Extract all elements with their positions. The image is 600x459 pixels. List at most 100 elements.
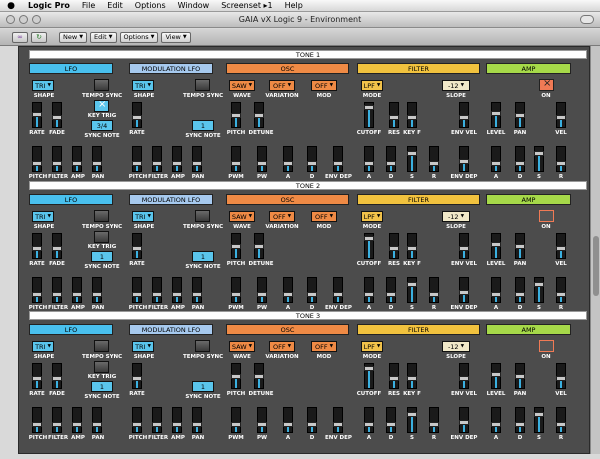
filter-env-vel-fader[interactable] bbox=[459, 233, 469, 259]
mod-lfo-filter-fader-handle[interactable] bbox=[152, 292, 162, 297]
options-menu-button[interactable]: Options ▼ bbox=[119, 31, 159, 43]
filter-cutoff-fader-handle[interactable] bbox=[364, 104, 374, 110]
lfo-pitch-fader[interactable] bbox=[32, 277, 42, 303]
apple-icon[interactable]: ● bbox=[0, 1, 22, 11]
osc-a-fader[interactable] bbox=[283, 407, 293, 433]
lfo-amp-fader-handle[interactable] bbox=[72, 422, 82, 427]
osc-env-dep-fader-handle[interactable] bbox=[333, 422, 343, 427]
mod-lfo-pan-fader[interactable] bbox=[192, 146, 202, 172]
osc-mod-select[interactable]: OFF ▼ bbox=[311, 211, 337, 222]
mod-lfo-shape-select[interactable]: TRI ▼ bbox=[132, 211, 154, 222]
mod-lfo-sync-note-value[interactable]: 1 bbox=[192, 381, 214, 392]
filter-s-fader-handle[interactable] bbox=[407, 282, 417, 287]
osc-pw-fader-handle[interactable] bbox=[257, 161, 267, 166]
filter-env-vel-fader[interactable] bbox=[459, 363, 469, 389]
amp-level-fader-handle[interactable] bbox=[491, 372, 501, 377]
mod-lfo-filter-fader[interactable] bbox=[152, 277, 162, 303]
lfo-sync-note-value[interactable]: 1 bbox=[91, 251, 113, 262]
osc-pitch-fader[interactable] bbox=[231, 102, 241, 128]
lfo-filter-fader-handle[interactable] bbox=[52, 422, 62, 427]
mod-lfo-filter-fader[interactable] bbox=[152, 146, 162, 172]
osc-pwm-fader-handle[interactable] bbox=[231, 422, 241, 427]
osc-variation-select[interactable]: OFF ▼ bbox=[269, 211, 295, 222]
scrollbar-thumb[interactable] bbox=[593, 236, 599, 296]
amp-on-toggle[interactable] bbox=[539, 210, 554, 222]
osc-a-fader-handle[interactable] bbox=[283, 292, 293, 297]
osc-detune-fader-handle[interactable] bbox=[254, 374, 264, 379]
lfo-filter-fader[interactable] bbox=[52, 407, 62, 433]
lfo-sync-note-value[interactable]: 3/4 bbox=[91, 120, 113, 131]
filter-mode-select[interactable]: LPF ▼ bbox=[361, 341, 383, 352]
lfo-pan-fader[interactable] bbox=[92, 146, 102, 172]
mod-lfo-tempo-sync-toggle[interactable] bbox=[195, 210, 210, 222]
amp-vel-fader[interactable] bbox=[556, 363, 566, 389]
create-icon[interactable]: ↻ bbox=[31, 31, 47, 43]
menu-edit[interactable]: Edit bbox=[101, 1, 129, 10]
filter-d-fader[interactable] bbox=[386, 277, 396, 303]
lfo-shape-select[interactable]: TRI ▼ bbox=[32, 211, 54, 222]
mod-lfo-shape-select[interactable]: TRI ▼ bbox=[132, 80, 154, 91]
amp-d-fader-handle[interactable] bbox=[515, 292, 525, 297]
amp-level-fader-handle[interactable] bbox=[491, 242, 501, 247]
lfo-sync-note-value[interactable]: 1 bbox=[91, 381, 113, 392]
filter-slope-select[interactable]: -12 ▼ bbox=[442, 80, 470, 91]
osc-a-fader-handle[interactable] bbox=[283, 161, 293, 166]
lfo-pan-fader[interactable] bbox=[92, 277, 102, 303]
lfo-filter-fader-handle[interactable] bbox=[52, 292, 62, 297]
osc-pw-fader[interactable] bbox=[257, 407, 267, 433]
toolbar-toggle-button[interactable] bbox=[580, 15, 594, 24]
filter-res-fader[interactable] bbox=[389, 233, 399, 259]
filter-s-fader[interactable] bbox=[407, 146, 417, 172]
osc-d-fader-handle[interactable] bbox=[307, 292, 317, 297]
filter-res-fader-handle[interactable] bbox=[389, 115, 399, 120]
lfo-rate-fader-handle[interactable] bbox=[32, 376, 42, 381]
amp-r-fader-handle[interactable] bbox=[556, 422, 566, 427]
amp-a-fader-handle[interactable] bbox=[491, 422, 501, 427]
amp-vel-fader[interactable] bbox=[556, 233, 566, 259]
mod-lfo-amp-fader[interactable] bbox=[172, 146, 182, 172]
lfo-fade-fader-handle[interactable] bbox=[52, 246, 62, 251]
amp-vel-fader-handle[interactable] bbox=[556, 376, 566, 381]
mod-lfo-sync-note-value[interactable]: 1 bbox=[192, 251, 214, 262]
filter-d-fader[interactable] bbox=[386, 407, 396, 433]
amp-s-fader[interactable] bbox=[534, 277, 544, 303]
lfo-rate-fader[interactable] bbox=[32, 233, 42, 259]
amp-s-fader-handle[interactable] bbox=[534, 151, 544, 156]
lfo-pan-fader-handle[interactable] bbox=[92, 422, 102, 427]
filter-a-fader[interactable] bbox=[364, 277, 374, 303]
amp-pan-fader-handle[interactable] bbox=[515, 113, 525, 118]
filter-key-f-fader-handle[interactable] bbox=[407, 115, 417, 120]
lfo-pitch-fader-handle[interactable] bbox=[32, 161, 42, 166]
mod-lfo-pitch-fader[interactable] bbox=[132, 277, 142, 303]
osc-d-fader[interactable] bbox=[307, 277, 317, 303]
lfo-key-trig-toggle[interactable] bbox=[94, 231, 109, 243]
close-window-button[interactable] bbox=[6, 15, 15, 24]
filter-a-fader-handle[interactable] bbox=[364, 161, 374, 166]
amp-a-fader-handle[interactable] bbox=[491, 161, 501, 166]
osc-d-fader[interactable] bbox=[307, 407, 317, 433]
lfo-pitch-fader-handle[interactable] bbox=[32, 292, 42, 297]
lfo-key-trig-toggle[interactable] bbox=[94, 99, 109, 112]
amp-pan-fader[interactable] bbox=[515, 102, 525, 128]
osc-pw-fader-handle[interactable] bbox=[257, 292, 267, 297]
filter-mode-select[interactable]: LPF ▼ bbox=[361, 211, 383, 222]
mod-lfo-filter-fader-handle[interactable] bbox=[152, 422, 162, 427]
amp-a-fader[interactable] bbox=[491, 407, 501, 433]
filter-d-fader[interactable] bbox=[386, 146, 396, 172]
filter-cutoff-fader[interactable] bbox=[364, 102, 374, 128]
filter-key-f-fader[interactable] bbox=[407, 233, 417, 259]
filter-env-dep-fader-handle[interactable] bbox=[459, 290, 469, 295]
osc-variation-select[interactable]: OFF ▼ bbox=[269, 341, 295, 352]
lfo-amp-fader[interactable] bbox=[72, 146, 82, 172]
mod-lfo-tempo-sync-toggle[interactable] bbox=[195, 340, 210, 352]
lfo-fade-fader[interactable] bbox=[52, 233, 62, 259]
filter-r-fader-handle[interactable] bbox=[429, 422, 439, 427]
filter-slope-select[interactable]: -12 ▼ bbox=[442, 211, 470, 222]
amp-s-fader[interactable] bbox=[534, 407, 544, 433]
lfo-rate-fader-handle[interactable] bbox=[32, 246, 42, 251]
lfo-shape-select[interactable]: TRI ▼ bbox=[32, 80, 54, 91]
mod-lfo-pitch-fader-handle[interactable] bbox=[132, 161, 142, 166]
mod-lfo-filter-fader[interactable] bbox=[152, 407, 162, 433]
osc-mod-select[interactable]: OFF ▼ bbox=[311, 341, 337, 352]
filter-d-fader-handle[interactable] bbox=[386, 422, 396, 427]
